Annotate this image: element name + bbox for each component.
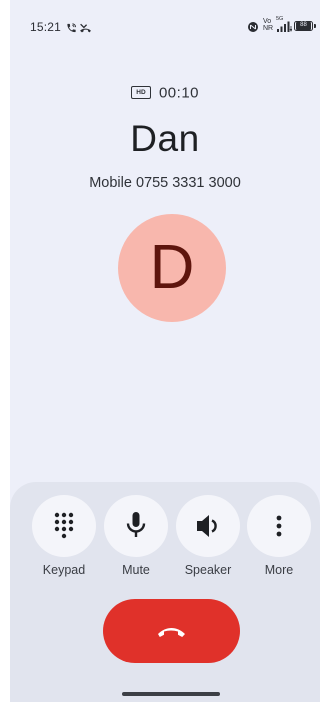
keypad-button[interactable] — [32, 495, 96, 557]
missed-call-icon — [79, 21, 92, 39]
speaker-icon — [197, 515, 217, 537]
volte-label-top: Vo — [263, 18, 272, 25]
keypad-icon — [54, 512, 74, 539]
battery-level: 88 — [296, 22, 311, 30]
contact-name: Dan — [130, 118, 200, 159]
more-control: More — [244, 495, 314, 577]
volte-label-bottom: NR — [263, 25, 274, 32]
battery-icon: 88 — [294, 21, 316, 39]
call-control-panel: Keypad Mute Speaker More — [10, 482, 320, 702]
more-vertical-icon — [276, 515, 282, 537]
end-call-button[interactable] — [103, 599, 240, 663]
speaker-label: Speaker — [184, 563, 232, 577]
end-call-icon — [158, 628, 185, 637]
more-button[interactable] — [247, 495, 311, 557]
mute-button[interactable] — [104, 495, 168, 557]
mute-control: Mute — [101, 495, 171, 577]
hd-voice-badge: HD — [130, 85, 151, 99]
more-label: More — [264, 563, 294, 577]
phone-call-icon — [66, 21, 77, 39]
gesture-nav-handle[interactable] — [122, 692, 220, 696]
speaker-control: Speaker — [173, 495, 243, 577]
keypad-label: Keypad — [42, 563, 86, 577]
status-bar: 15:21 Vo NR 5G 88 — [10, 0, 320, 38]
contact-avatar: D — [118, 214, 226, 322]
volte-icon: Vo NR — [263, 18, 273, 32]
call-timer: 00:10 — [158, 84, 200, 102]
nfc-icon — [247, 20, 259, 38]
keypad-control: Keypad — [29, 495, 99, 577]
contact-number: Mobile 0755 3331 3000 — [89, 175, 241, 191]
call-timer-row: HD 00:10 — [10, 84, 320, 102]
speaker-button[interactable] — [176, 495, 240, 557]
status-time: 15:21 — [30, 20, 62, 34]
microphone-icon — [126, 512, 146, 537]
mute-label: Mute — [122, 563, 150, 577]
in-call-screen: 15:21 Vo NR 5G 88 HD 00:10 Dan Mobile 07… — [10, 0, 320, 702]
